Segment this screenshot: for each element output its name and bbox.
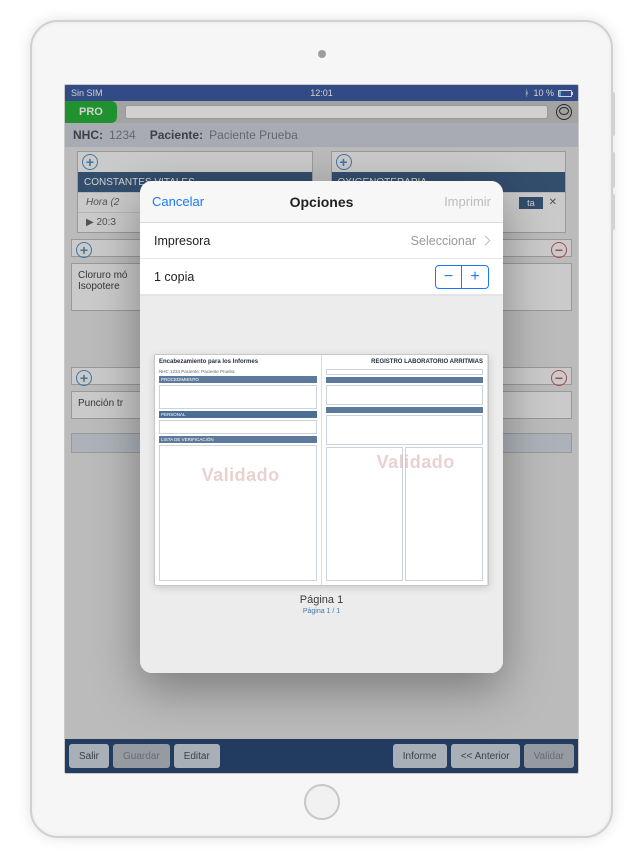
preview-left-patient: NHC 1234 Paciente: Paciente Prueba — [159, 369, 317, 374]
copies-row: 1 copia − + — [140, 259, 503, 295]
sheet-title: Opciones — [290, 194, 354, 210]
sheet-header: Cancelar Opciones Imprimir — [140, 181, 503, 223]
print-options-sheet: Cancelar Opciones Imprimir Impresora Sel… — [140, 181, 503, 673]
preview-left-title: Encabezamiento para los Informes — [159, 359, 317, 365]
print-button[interactable]: Imprimir — [444, 194, 491, 209]
printer-value: Seleccionar — [411, 234, 476, 248]
preview-page: Encabezamiento para los Informes NHC 123… — [154, 354, 489, 585]
page-footer: Página 1 / 1 — [303, 608, 340, 615]
watermark: Validado — [377, 452, 455, 473]
preview-right-title: REGISTRO LABORATORIO ARRITMIAS — [326, 359, 484, 365]
printer-label: Impresora — [154, 234, 210, 248]
copies-stepper[interactable]: − + — [435, 265, 489, 289]
watermark: Validado — [202, 465, 280, 486]
cancel-button[interactable]: Cancelar — [152, 194, 204, 209]
home-button[interactable] — [304, 784, 340, 820]
preview-proc: PROCEDIMIENTO — [159, 376, 317, 383]
page-caption: Página 1 — [300, 594, 343, 606]
printer-row[interactable]: Impresora Seleccionar — [140, 223, 503, 259]
stepper-plus[interactable]: + — [462, 266, 488, 288]
stepper-minus[interactable]: − — [436, 266, 462, 288]
preview-personal: PERSONAL — [159, 411, 317, 418]
preview-lista: LISTA DE VERIFICACIÓN — [159, 436, 317, 443]
chevron-right-icon — [481, 236, 491, 246]
print-preview[interactable]: Encabezamiento para los Informes NHC 123… — [140, 296, 503, 673]
copies-label: 1 copia — [154, 270, 194, 284]
